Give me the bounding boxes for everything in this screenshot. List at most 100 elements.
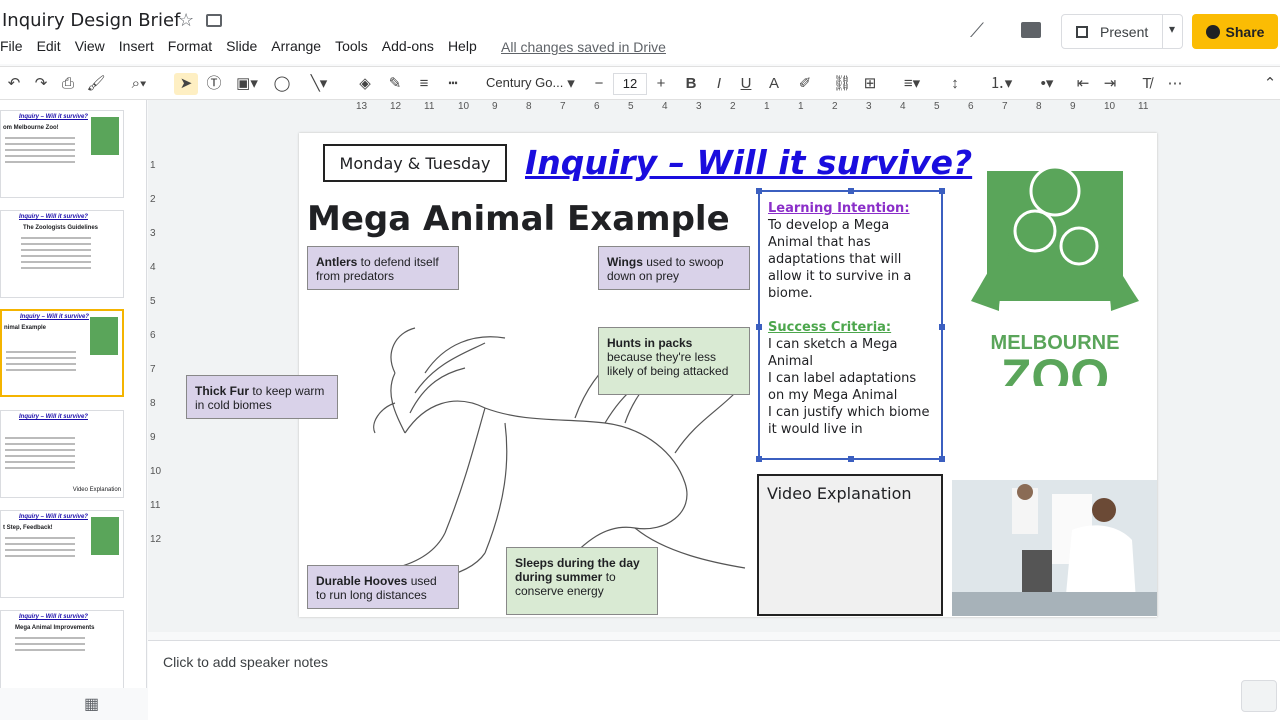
link-icon[interactable]: ⛓ — [832, 73, 852, 95]
slide-title[interactable]: Inquiry – Will it survive? — [525, 143, 972, 182]
menu-insert[interactable]: Insert — [119, 38, 154, 58]
border-dash-icon[interactable]: ┅ — [443, 73, 463, 95]
bold-icon[interactable]: B — [682, 73, 700, 95]
menu-tools[interactable]: Tools — [335, 38, 368, 58]
hunts-bold: Hunts in packs — [607, 336, 693, 350]
underline-icon[interactable]: U — [737, 73, 755, 95]
resize-handle[interactable] — [848, 456, 854, 462]
ruler-tick-label: 8 — [150, 398, 156, 409]
resize-handle[interactable] — [756, 324, 762, 330]
select-cursor-icon[interactable]: ➤ — [174, 73, 198, 95]
lab-scientist-photo[interactable] — [952, 480, 1157, 616]
menu-arrange[interactable]: Arrange — [271, 38, 321, 58]
line-icon[interactable]: ╲▾ — [302, 73, 336, 95]
undo-icon[interactable]: ↶ — [4, 73, 24, 95]
decrease-font-icon[interactable]: − — [590, 73, 608, 95]
text-color-icon[interactable]: A — [765, 73, 783, 95]
paint-format-icon[interactable]: 🖌 — [86, 73, 106, 95]
explore-button[interactable] — [1241, 680, 1277, 712]
ruler-tick-label: 11 — [150, 500, 161, 511]
image-icon[interactable]: ▣▾ — [232, 73, 262, 95]
ruler-tick-label: 3 — [150, 228, 156, 239]
ruler-tick-label: 4 — [662, 101, 668, 112]
menu-edit[interactable]: Edit — [37, 38, 61, 58]
speaker-notes[interactable]: Click to add speaker notes — [148, 640, 1280, 720]
present-button[interactable]: Present ▾ — [1061, 14, 1183, 49]
collapse-toolbar-icon[interactable]: ⌃ — [1262, 73, 1278, 95]
numbered-list-icon[interactable]: ⒈▾ — [984, 73, 1018, 95]
menu-help[interactable]: Help — [448, 38, 477, 58]
font-family-select[interactable]: Century Go... — [486, 75, 563, 90]
ruler-tick-label: 9 — [150, 432, 156, 443]
resize-handle[interactable] — [939, 188, 945, 194]
line-spacing-icon[interactable]: ↕ — [945, 73, 965, 95]
italic-icon[interactable]: I — [710, 73, 728, 95]
add-comment-icon[interactable]: ⊞ — [860, 73, 880, 95]
save-status-link[interactable]: All changes saved in Drive — [501, 39, 666, 55]
menu-file[interactable]: File — [0, 38, 23, 58]
font-size-input[interactable]: 12 — [613, 73, 647, 95]
ruler-tick-label: 11 — [1138, 101, 1149, 112]
ruler-tick-label: 1 — [798, 101, 804, 112]
slide-thumbnail-1[interactable]: Inquiry – Will it survive? om Melbourne … — [0, 110, 124, 198]
slide-thumbnail-2[interactable]: Inquiry – Will it survive? The Zoologist… — [0, 210, 124, 298]
move-folder-icon[interactable] — [206, 14, 222, 27]
menu-slide[interactable]: Slide — [226, 38, 257, 58]
increase-indent-icon[interactable]: ⇥ — [1100, 73, 1120, 95]
learning-intention-box[interactable]: Learning Intention: To develop a Mega An… — [756, 188, 945, 462]
thumb-title: Inquiry – Will it survive? — [19, 114, 88, 120]
ruler-tick-label: 2 — [730, 101, 736, 112]
print-icon[interactable]: ⎙ — [58, 73, 78, 95]
menu-view[interactable]: View — [75, 38, 105, 58]
highlight-icon[interactable]: ✐ — [795, 73, 815, 95]
chevron-down-icon[interactable]: ▾ — [1169, 22, 1175, 36]
zoom-icon[interactable]: ⌕▾ — [122, 73, 156, 95]
sleeps-label[interactable]: Sleeps during the day during summer to c… — [506, 547, 658, 615]
bulleted-list-icon[interactable]: •▾ — [1030, 73, 1064, 95]
day-label[interactable]: Monday & Tuesday — [323, 144, 507, 182]
ruler-tick-label: 1 — [764, 101, 770, 112]
activity-trend-icon[interactable]: ⟋ — [970, 20, 984, 43]
slide-thumbnail-6[interactable]: Inquiry – Will it survive? Mega Animal I… — [0, 610, 124, 688]
clear-formatting-icon[interactable]: T̸ — [1137, 73, 1157, 95]
resize-handle[interactable] — [756, 188, 762, 194]
slide-thumbnail-3-selected[interactable]: Inquiry – Will it survive? nimal Example — [0, 309, 124, 397]
border-weight-icon[interactable]: ≡ — [414, 73, 434, 95]
chevron-down-icon[interactable]: ▾ — [564, 73, 578, 95]
antlers-label[interactable]: Antlers to defend itself from predators — [307, 246, 459, 290]
resize-handle[interactable] — [939, 456, 945, 462]
text-box-icon[interactable]: Ⓣ — [204, 73, 224, 95]
resize-handle[interactable] — [756, 456, 762, 462]
menu-format[interactable]: Format — [168, 38, 212, 58]
fur-label[interactable]: Thick Fur to keep warm in cold biomes — [186, 375, 338, 419]
slide-thumbnail-4[interactable]: Inquiry – Will it survive? Video Explana… — [0, 410, 124, 498]
document-title[interactable]: Inquiry Design Brief — [2, 10, 180, 31]
redo-icon[interactable]: ↷ — [31, 73, 51, 95]
fill-color-icon[interactable]: ◈ — [355, 73, 375, 95]
hunts-rest: because they're less likely of being att… — [607, 350, 729, 378]
grid-view-icon[interactable]: ▦ — [84, 694, 99, 714]
share-label: Share — [1225, 23, 1265, 40]
slide[interactable]: Monday & Tuesday Inquiry – Will it survi… — [186, 133, 1157, 617]
slide-thumbnail-5[interactable]: Inquiry – Will it survive? t Step, Feedb… — [0, 510, 124, 598]
increase-font-icon[interactable]: + — [652, 73, 670, 95]
ruler-tick-label: 7 — [560, 101, 566, 112]
comment-icon[interactable] — [1021, 22, 1041, 38]
align-icon[interactable]: ≡▾ — [895, 73, 929, 95]
shape-icon[interactable]: ◯ — [272, 73, 292, 95]
wings-label[interactable]: Wings used to swoop down on prey — [598, 246, 750, 290]
hunts-label[interactable]: Hunts in packs because they're less likel… — [598, 327, 750, 395]
video-explanation-box[interactable]: Video Explanation — [757, 474, 943, 616]
border-color-icon[interactable]: ✎ — [385, 73, 405, 95]
more-options-icon[interactable]: ⋯ — [1165, 73, 1185, 95]
thumb-title: Inquiry – Will it survive? — [20, 314, 89, 320]
menu-addons[interactable]: Add-ons — [382, 38, 434, 58]
slide-subtitle[interactable]: Mega Animal Example — [307, 199, 730, 239]
hooves-label[interactable]: Durable Hooves used to run long distance… — [307, 565, 459, 609]
decrease-indent-icon[interactable]: ⇤ — [1073, 73, 1093, 95]
star-icon[interactable]: ☆ — [178, 10, 194, 31]
speaker-notes-placeholder[interactable]: Click to add speaker notes — [163, 654, 328, 670]
resize-handle[interactable] — [939, 324, 945, 330]
share-button[interactable]: Share — [1192, 14, 1278, 49]
resize-handle[interactable] — [848, 188, 854, 194]
